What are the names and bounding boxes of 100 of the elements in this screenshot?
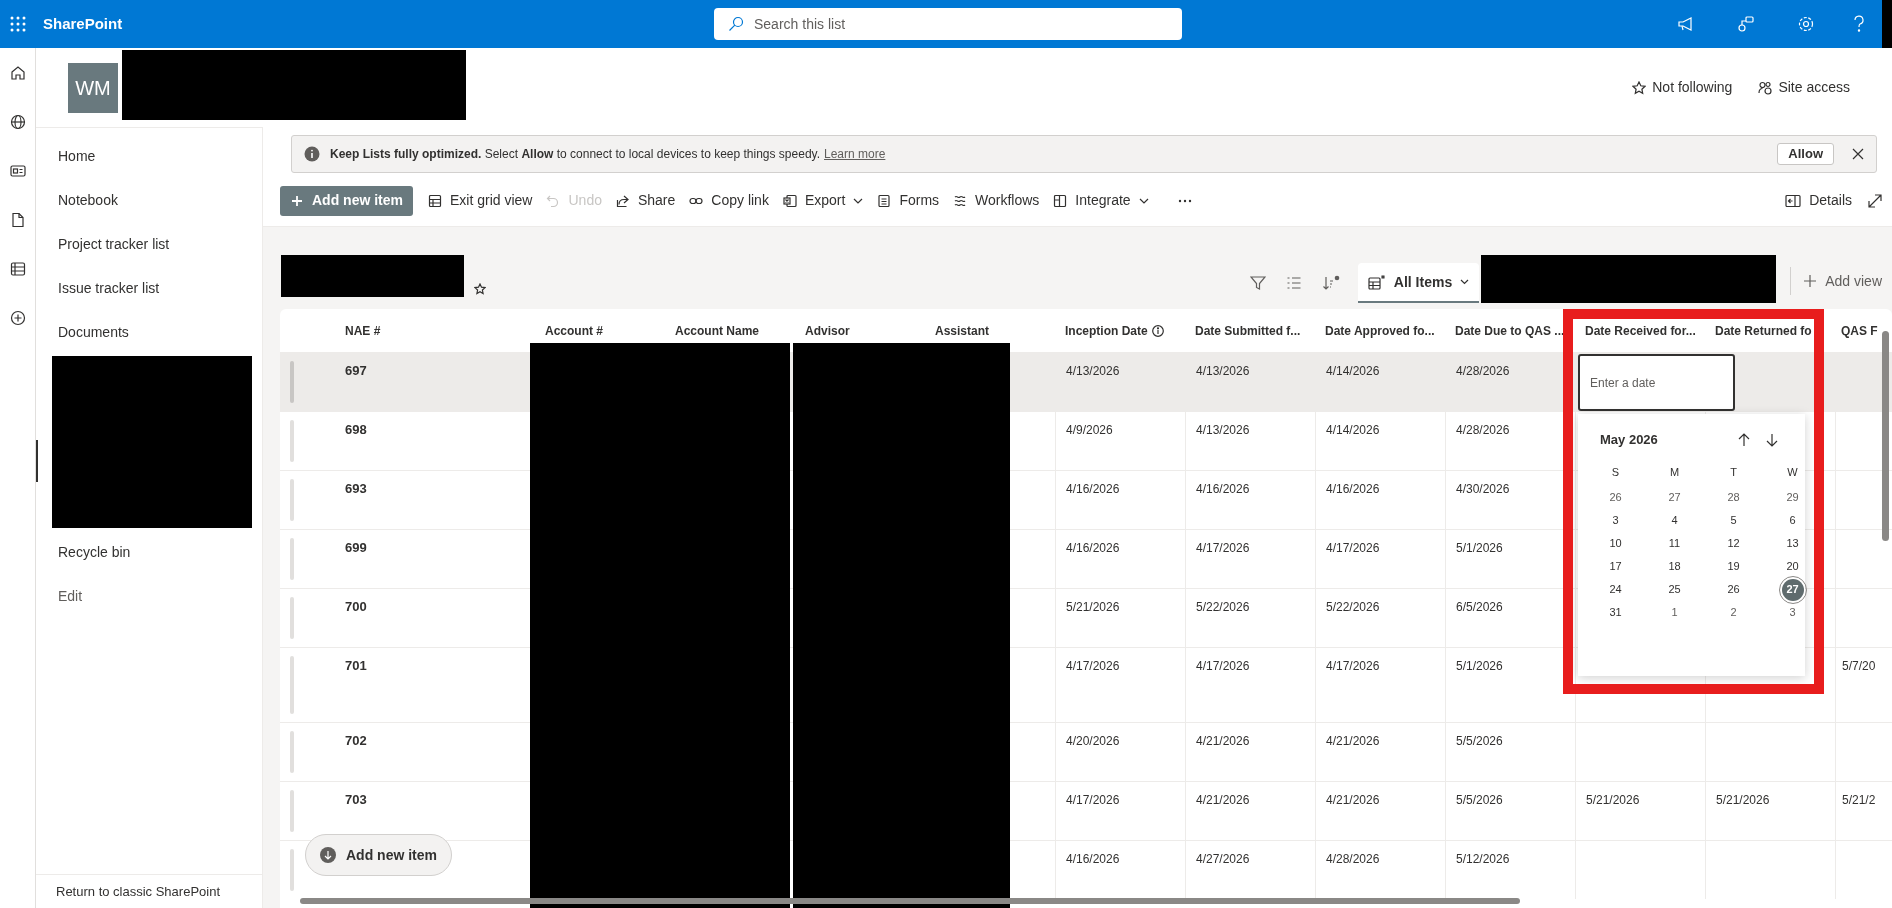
calendar-day[interactable]: 5 bbox=[1722, 509, 1745, 532]
row-handle[interactable] bbox=[290, 849, 294, 891]
column-header[interactable]: Inception Date bbox=[1065, 321, 1164, 340]
column-header[interactable]: NAE # bbox=[345, 321, 381, 340]
add-item-button[interactable]: Add new item bbox=[280, 185, 413, 216]
calendar-day[interactable]: 12 bbox=[1722, 532, 1745, 555]
filter-icon[interactable] bbox=[1249, 275, 1266, 291]
toolbar-button[interactable]: Integrate bbox=[1046, 185, 1156, 216]
calendar-day[interactable]: 19 bbox=[1722, 555, 1745, 578]
star-icon[interactable] bbox=[474, 283, 486, 295]
banner-message: Keep Lists fully optimized. Select Allow to connect to local devices to keep things speedy. bbox=[330, 146, 820, 163]
globe-icon[interactable] bbox=[9, 114, 26, 130]
calendar-day[interactable]: 26 bbox=[1604, 486, 1627, 509]
calendar-day[interactable]: 31 bbox=[1604, 601, 1627, 624]
toolbar-button[interactable]: Export bbox=[775, 185, 871, 216]
follow-button[interactable]: Not following bbox=[1632, 77, 1733, 98]
toolbar-button[interactable]: Exit grid view bbox=[421, 185, 540, 216]
column-header[interactable]: Account Name bbox=[675, 321, 760, 340]
app-name[interactable]: SharePoint bbox=[43, 12, 123, 36]
calendar-day[interactable]: 27 bbox=[1663, 486, 1686, 509]
column-header[interactable]: Account # bbox=[545, 321, 603, 340]
calendar-day[interactable]: 20 bbox=[1781, 555, 1804, 578]
waves-icon bbox=[953, 193, 968, 208]
row-handle[interactable] bbox=[290, 420, 294, 462]
add-icon[interactable] bbox=[9, 310, 26, 326]
up-arrow-icon[interactable] bbox=[1737, 433, 1751, 447]
row-handle[interactable] bbox=[290, 790, 294, 832]
horizontal-scrollbar[interactable] bbox=[300, 898, 1520, 904]
row-handle[interactable] bbox=[290, 597, 294, 639]
column-header[interactable]: Date Approved fo... bbox=[1325, 321, 1435, 340]
expand-icon[interactable] bbox=[1868, 193, 1882, 208]
info-icon bbox=[1151, 324, 1164, 337]
table-cell-text: 702 bbox=[344, 732, 368, 750]
calendar-day[interactable]: 2 bbox=[1722, 601, 1745, 624]
column-header[interactable]: QAS F bbox=[1841, 321, 1878, 340]
list-icon[interactable] bbox=[9, 261, 26, 277]
column-header[interactable]: Assistant bbox=[935, 321, 990, 340]
calendar-day[interactable]: 13 bbox=[1781, 532, 1804, 555]
view-tab[interactable]: All Items bbox=[1357, 263, 1480, 303]
column-header[interactable]: Date Returned fo bbox=[1715, 321, 1812, 340]
row-handle[interactable] bbox=[290, 361, 294, 403]
search-field[interactable]: Search this list bbox=[714, 8, 1182, 40]
home-icon[interactable] bbox=[9, 65, 26, 81]
calendar-day[interactable]: 3 bbox=[1604, 509, 1627, 532]
calendar-day[interactable]: 11 bbox=[1663, 532, 1686, 555]
calendar-day[interactable]: 6 bbox=[1781, 509, 1804, 532]
edit-link[interactable]: Edit bbox=[36, 574, 262, 618]
settings-icon[interactable] bbox=[1797, 15, 1815, 33]
calendar-day[interactable]: 10 bbox=[1604, 532, 1627, 555]
document-icon[interactable] bbox=[9, 212, 26, 228]
add-view-button[interactable]: Add view bbox=[1790, 267, 1882, 295]
calendar-day[interactable]: 28 bbox=[1722, 486, 1745, 509]
nav-link[interactable]: Recycle bin bbox=[36, 530, 262, 574]
app-launcher-icon[interactable] bbox=[10, 16, 26, 32]
sort-icon[interactable] bbox=[1321, 275, 1340, 291]
connected-shapes-icon[interactable] bbox=[1737, 15, 1755, 33]
nav-link[interactable]: Home bbox=[36, 134, 262, 178]
learn-more-link[interactable]: Learn more bbox=[824, 145, 886, 163]
nav-link[interactable]: Documents bbox=[36, 310, 262, 354]
column-header[interactable]: Advisor bbox=[805, 321, 850, 340]
add-item-button[interactable]: Add new item bbox=[305, 834, 452, 876]
row-handle[interactable] bbox=[290, 538, 294, 580]
toolbar-button[interactable]: Copy link bbox=[682, 185, 776, 216]
table-cell-text: 5/1/2026 bbox=[1456, 658, 1504, 675]
calendar-day[interactable]: 4 bbox=[1663, 509, 1686, 532]
details-button[interactable]: Details bbox=[1785, 190, 1852, 211]
nav-link[interactable]: Project tracker list bbox=[36, 222, 262, 266]
calendar-day[interactable]: 1 bbox=[1663, 601, 1686, 624]
table-cell-text: 4/17/2026 bbox=[1196, 540, 1251, 557]
nav-link[interactable]: Notebook bbox=[36, 178, 262, 222]
toolbar-button[interactable]: Share bbox=[608, 185, 683, 216]
site-logo[interactable]: WM bbox=[68, 62, 118, 113]
close-icon[interactable] bbox=[1852, 148, 1864, 160]
calendar-day[interactable]: 18 bbox=[1663, 555, 1686, 578]
down-arrow-icon[interactable] bbox=[1765, 433, 1779, 447]
table-cell-text: 4/13/2026 bbox=[1196, 422, 1251, 439]
news-icon[interactable] bbox=[9, 163, 26, 179]
grid-icon bbox=[1367, 274, 1386, 290]
column-header[interactable]: Date Submitted f... bbox=[1195, 321, 1301, 340]
row-handle[interactable] bbox=[290, 656, 294, 714]
megaphone-icon[interactable] bbox=[1677, 16, 1695, 32]
layout-icon bbox=[1053, 193, 1068, 208]
table-cell-text: 4/13/2026 bbox=[1066, 363, 1121, 380]
site-access-button[interactable]: Site access bbox=[1758, 77, 1850, 98]
calendar-day[interactable]: 3 bbox=[1781, 601, 1804, 624]
toolbar-button[interactable]: Forms bbox=[870, 185, 947, 216]
calendar-day[interactable]: 29 bbox=[1781, 486, 1804, 509]
date-field[interactable]: Enter a date bbox=[1578, 354, 1735, 411]
row-handle[interactable] bbox=[290, 479, 294, 521]
vertical-scrollbar[interactable] bbox=[1882, 331, 1889, 541]
allow-button[interactable]: Allow bbox=[1777, 143, 1834, 165]
calendar-day[interactable]: 17 bbox=[1604, 555, 1627, 578]
help-icon[interactable] bbox=[1852, 15, 1866, 33]
classic-link[interactable]: Return to classic SharePoint bbox=[56, 881, 221, 902]
column-header[interactable]: Date Received for... bbox=[1585, 321, 1696, 340]
row-handle[interactable] bbox=[290, 731, 294, 773]
nav-link[interactable]: Issue tracker list bbox=[36, 266, 262, 310]
calendar-day[interactable]: 27 bbox=[1781, 578, 1804, 601]
toolbar-button[interactable]: Workflows bbox=[946, 185, 1047, 216]
table-cell-text: 4/16/2026 bbox=[1066, 481, 1121, 498]
